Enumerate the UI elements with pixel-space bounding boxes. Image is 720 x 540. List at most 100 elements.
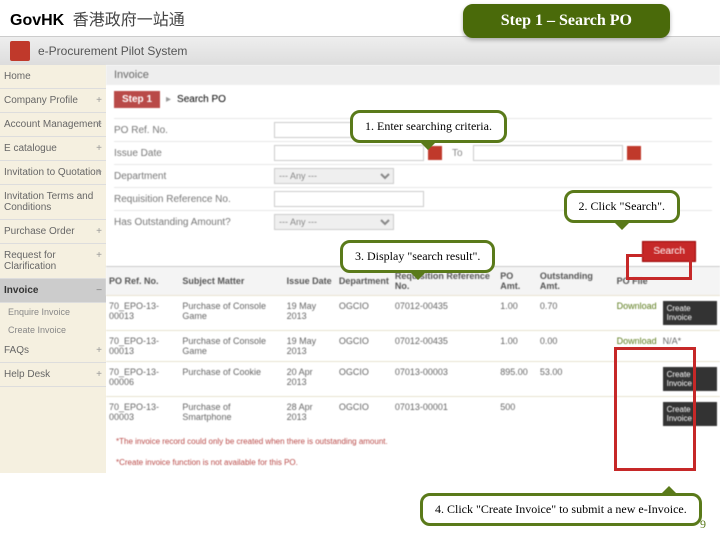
system-bar: e-Procurement Pilot System (0, 37, 720, 65)
table-cell (614, 397, 660, 432)
table-row: 70_EPO-13-00003Purchase of Smartphone28 … (106, 397, 720, 432)
table-cell: 07013-00001 (392, 397, 497, 432)
collapse-icon[interactable]: − (96, 285, 102, 296)
chevron-right-icon: ▸ (166, 94, 171, 105)
table-row: 70_EPO-13-00013Purchase of Console Game1… (106, 296, 720, 331)
brand-cn: 香港政府一站通 (73, 12, 185, 29)
sidebar-item-itq[interactable]: Invitation to Quotation+ (0, 161, 106, 185)
table-cell: Create Invoice (660, 296, 720, 331)
table-cell: Download (614, 331, 660, 362)
table-cell: Purchase of Console Game (179, 331, 283, 362)
results-table: PO Ref. No. Subject Matter Issue Date De… (106, 266, 720, 431)
table-cell: 19 May 2013 (284, 331, 336, 362)
table-cell: 07013-00003 (392, 362, 497, 397)
download-link[interactable]: Download (617, 336, 657, 346)
expand-icon[interactable]: + (96, 95, 102, 106)
sidebar-item-po[interactable]: Purchase Order+ (0, 220, 106, 244)
sidebar-item-ecat[interactable]: E catalogue+ (0, 137, 106, 161)
table-cell: N/A* (660, 331, 720, 362)
label-outstanding: Has Outstanding Amount? (114, 217, 274, 228)
expand-icon[interactable]: + (96, 143, 102, 154)
col-out-amt: Outstanding Amt. (537, 267, 614, 296)
req-ref-input[interactable] (274, 191, 424, 207)
crumb-step: Step 1 (114, 91, 160, 108)
step-badge: Step 1 – Search PO (463, 4, 670, 38)
table-cell (537, 397, 614, 432)
col-issue-date: Issue Date (284, 267, 336, 296)
sidebar-sub-create[interactable]: Create Invoice (0, 321, 106, 339)
table-cell (614, 362, 660, 397)
table-cell: Create Invoice (660, 397, 720, 432)
sidebar-item-company[interactable]: Company Profile+ (0, 89, 106, 113)
label-to: To (452, 148, 463, 159)
callout-2: 2. Click "Search". (564, 190, 680, 223)
tab-invoice[interactable]: Invoice (106, 65, 720, 85)
expand-icon[interactable]: + (96, 226, 102, 237)
calendar-icon[interactable] (627, 146, 641, 160)
expand-icon[interactable]: + (96, 345, 102, 356)
table-cell: Purchase of Smartphone (179, 397, 283, 432)
label-po-ref: PO Ref. No. (114, 125, 274, 136)
brand-logo: GovHK (10, 12, 64, 29)
table-cell: Purchase of Console Game (179, 296, 283, 331)
outstanding-select[interactable]: --- Any --- (274, 214, 394, 230)
sidebar-item-account[interactable]: Account Management+ (0, 113, 106, 137)
col-po-ref: PO Ref. No. (106, 267, 179, 296)
table-cell: Download (614, 296, 660, 331)
col-action (660, 267, 720, 296)
table-cell: 70_EPO-13-00003 (106, 397, 179, 432)
expand-icon[interactable]: + (96, 167, 102, 178)
table-row: 70_EPO-13-00006Purchase of Cookie20 Apr … (106, 362, 720, 397)
download-link[interactable]: Download (617, 301, 657, 311)
col-subject: Subject Matter (179, 267, 283, 296)
create-invoice-button[interactable]: Create Invoice (663, 402, 717, 426)
crumb-title: Search PO (177, 94, 226, 105)
create-invoice-button[interactable]: Create Invoice (663, 367, 717, 391)
sidebar-item-rfc[interactable]: Request for Clarification+ (0, 244, 106, 279)
callout-1: 1. Enter searching criteria. (350, 110, 507, 143)
sidebar-item-faqs[interactable]: FAQs+ (0, 339, 106, 363)
table-cell: OGCIO (336, 331, 392, 362)
table-cell: Purchase of Cookie (179, 362, 283, 397)
table-cell: 20 Apr 2013 (284, 362, 336, 397)
table-cell: 1.00 (497, 331, 537, 362)
expand-icon[interactable]: + (96, 250, 102, 261)
department-select[interactable]: --- Any --- (274, 168, 394, 184)
table-cell: 1.00 (497, 296, 537, 331)
table-cell: OGCIO (336, 362, 392, 397)
sidebar-item-home[interactable]: Home (0, 65, 106, 89)
table-cell: Create Invoice (660, 362, 720, 397)
table-cell: 07012-00435 (392, 296, 497, 331)
table-cell: 500 (497, 397, 537, 432)
table-cell: 70_EPO-13-00006 (106, 362, 179, 397)
table-cell: 70_EPO-13-00013 (106, 331, 179, 362)
expand-icon[interactable]: + (96, 119, 102, 130)
sidebar-item-itc[interactable]: Invitation Terms and Conditions (0, 185, 106, 220)
table-cell: 0.00 (537, 331, 614, 362)
create-invoice-button[interactable]: Create Invoice (663, 301, 717, 325)
footnote-2: *Create invoice function is not availabl… (106, 452, 720, 473)
table-cell: OGCIO (336, 296, 392, 331)
table-cell: 895.00 (497, 362, 537, 397)
issue-date-from-input[interactable] (274, 145, 424, 161)
label-issue-date: Issue Date (114, 148, 274, 159)
table-cell: 19 May 2013 (284, 296, 336, 331)
table-row: 70_EPO-13-00013Purchase of Console Game1… (106, 331, 720, 362)
system-logo-icon (10, 41, 30, 61)
search-button[interactable]: Search (642, 241, 696, 262)
system-name: e-Procurement Pilot System (38, 44, 187, 58)
table-cell: 28 Apr 2013 (284, 397, 336, 432)
sidebar-sub-enquire[interactable]: Enquire Invoice (0, 303, 106, 321)
col-po-file: PO File (614, 267, 660, 296)
table-cell: OGCIO (336, 397, 392, 432)
callout-4: 4. Click "Create Invoice" to submit a ne… (420, 493, 702, 526)
table-cell: 0.70 (537, 296, 614, 331)
issue-date-to-input[interactable] (473, 145, 623, 161)
sidebar-item-help[interactable]: Help Desk+ (0, 363, 106, 387)
label-department: Department (114, 171, 274, 182)
table-cell: 70_EPO-13-00013 (106, 296, 179, 331)
expand-icon[interactable]: + (96, 369, 102, 380)
sidebar-item-invoice[interactable]: Invoice− (0, 279, 106, 303)
callout-3: 3. Display "search result". (340, 240, 495, 273)
table-cell: 07012-00435 (392, 331, 497, 362)
